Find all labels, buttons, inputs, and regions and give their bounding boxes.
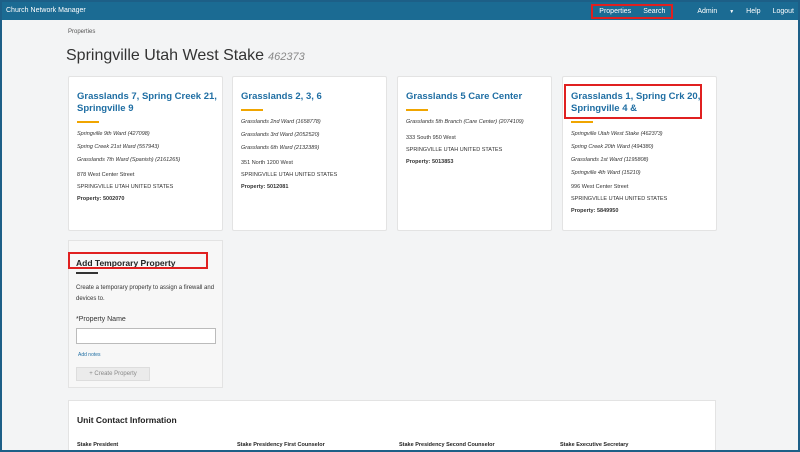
property-card: Grasslands 7, Spring Creek 21, Springvil… bbox=[68, 76, 223, 231]
accent-bar bbox=[571, 121, 593, 123]
contact-column-header: Stake Presidency First Counselor bbox=[237, 442, 325, 448]
city: SPRINGVILLE UTAH UNITED STATES bbox=[571, 196, 668, 202]
unit-item: Grasslands 6th Ward (2132389) bbox=[241, 145, 320, 151]
unit-item: Grasslands 2nd Ward (1658778) bbox=[241, 119, 321, 125]
property-number: Property: 5012081 bbox=[241, 184, 289, 190]
title-underline bbox=[76, 272, 98, 274]
top-navbar: Church Network Manager Properties Search… bbox=[2, 2, 798, 20]
unit-item: Grasslands 3rd Ward (2052520) bbox=[241, 132, 320, 138]
nav-help[interactable]: Help bbox=[746, 8, 760, 15]
highlight-box bbox=[68, 252, 208, 269]
property-card: Grasslands 2, 3, 6 Grasslands 2nd Ward (… bbox=[232, 76, 387, 231]
page-title: Springville Utah West Stake 462373 bbox=[66, 47, 305, 65]
property-card: Grasslands 5 Care Center Grasslands 5th … bbox=[397, 76, 552, 231]
street: 878 West Center Street bbox=[77, 172, 135, 178]
property-number: Property: 5013853 bbox=[406, 159, 454, 165]
unit-contact-section: Unit Contact Information Stake President… bbox=[68, 400, 716, 450]
unit-item: Springville 4th Ward (15210) bbox=[571, 170, 641, 176]
nav-properties[interactable]: Properties bbox=[599, 8, 631, 15]
street: 351 North 1200 West bbox=[241, 160, 293, 166]
property-card-title[interactable]: Grasslands 5 Care Center bbox=[406, 91, 546, 103]
nav-search[interactable]: Search bbox=[643, 8, 665, 15]
property-name-label: *Property Name bbox=[76, 316, 126, 323]
accent-bar bbox=[406, 109, 428, 111]
address: 878 West Center Street SPRINGVILLE UTAH … bbox=[77, 169, 173, 205]
city: SPRINGVILLE UTAH UNITED STATES bbox=[406, 147, 503, 153]
property-number: Property: 5002070 bbox=[77, 196, 125, 202]
contact-column-header: Stake Executive Secretary bbox=[560, 442, 629, 448]
app-title[interactable]: Church Network Manager bbox=[6, 7, 86, 14]
unit-item: Grasslands 5th Branch (Care Center) (207… bbox=[406, 119, 524, 125]
address: 996 West Center Street SPRINGVILLE UTAH … bbox=[571, 181, 667, 217]
property-name-input[interactable] bbox=[76, 328, 216, 344]
property-number: Property: 5849950 bbox=[571, 208, 619, 214]
city: SPRINGVILLE UTAH UNITED STATES bbox=[241, 172, 338, 178]
city: SPRINGVILLE UTAH UNITED STATES bbox=[77, 184, 174, 190]
add-property-description: Create a temporary property to assign a … bbox=[76, 285, 215, 302]
nav-admin-label: Admin bbox=[697, 7, 718, 15]
unit-item: Springville Utah West Stake (462373) bbox=[571, 131, 663, 137]
unit-list: Grasslands 2nd Ward (1658778) Grasslands… bbox=[241, 116, 321, 155]
address: 351 North 1200 West SPRINGVILLE UTAH UNI… bbox=[241, 157, 337, 193]
nav-logout[interactable]: Logout bbox=[773, 8, 794, 15]
property-card-title[interactable]: Grasslands 2, 3, 6 bbox=[241, 91, 381, 103]
contact-column-header: Stake Presidency Second Counselor bbox=[399, 442, 495, 448]
unit-item: Springville 9th Ward (427098) bbox=[77, 131, 150, 137]
highlight-box bbox=[564, 84, 702, 119]
address: 333 South 950 West SPRINGVILLE UTAH UNIT… bbox=[406, 132, 502, 168]
contact-column-header: Stake President bbox=[77, 442, 119, 448]
app-window: Church Network Manager Properties Search… bbox=[0, 0, 800, 452]
chevron-down-icon: ▼ bbox=[729, 8, 735, 15]
unit-list: Grasslands 5th Branch (Care Center) (207… bbox=[406, 116, 524, 129]
stake-code: 462373 bbox=[268, 51, 305, 63]
unit-item: Grasslands 7th Ward (Spanish) (2161265) bbox=[77, 157, 181, 163]
nav-admin[interactable]: Admin ▼ bbox=[685, 8, 734, 15]
street: 333 South 950 West bbox=[406, 135, 456, 141]
accent-bar bbox=[77, 121, 99, 123]
breadcrumb[interactable]: Properties bbox=[68, 29, 95, 35]
street: 996 West Center Street bbox=[571, 184, 629, 190]
nav-menu: Properties Search Admin ▼ Help Logout bbox=[591, 2, 794, 20]
unit-item: Spring Creek 20th Ward (494380) bbox=[571, 144, 654, 150]
unit-item: Grasslands 1st Ward (1195808) bbox=[571, 157, 649, 163]
unit-list: Springville Utah West Stake (462373) Spr… bbox=[571, 128, 663, 180]
contact-section-title: Unit Contact Information bbox=[77, 415, 177, 425]
property-card-title[interactable]: Grasslands 7, Spring Creek 21, Springvil… bbox=[77, 91, 217, 115]
unit-item: Spring Creek 21st Ward (557943) bbox=[77, 144, 160, 150]
add-notes-link[interactable]: Add notes bbox=[78, 352, 101, 358]
page-title-text: Springville Utah West Stake bbox=[66, 47, 265, 64]
create-property-button[interactable]: + Create Property bbox=[76, 367, 150, 381]
unit-list: Springville 9th Ward (427098) Spring Cre… bbox=[77, 128, 180, 167]
accent-bar bbox=[241, 109, 263, 111]
highlighted-nav-group: Properties Search bbox=[591, 3, 674, 19]
